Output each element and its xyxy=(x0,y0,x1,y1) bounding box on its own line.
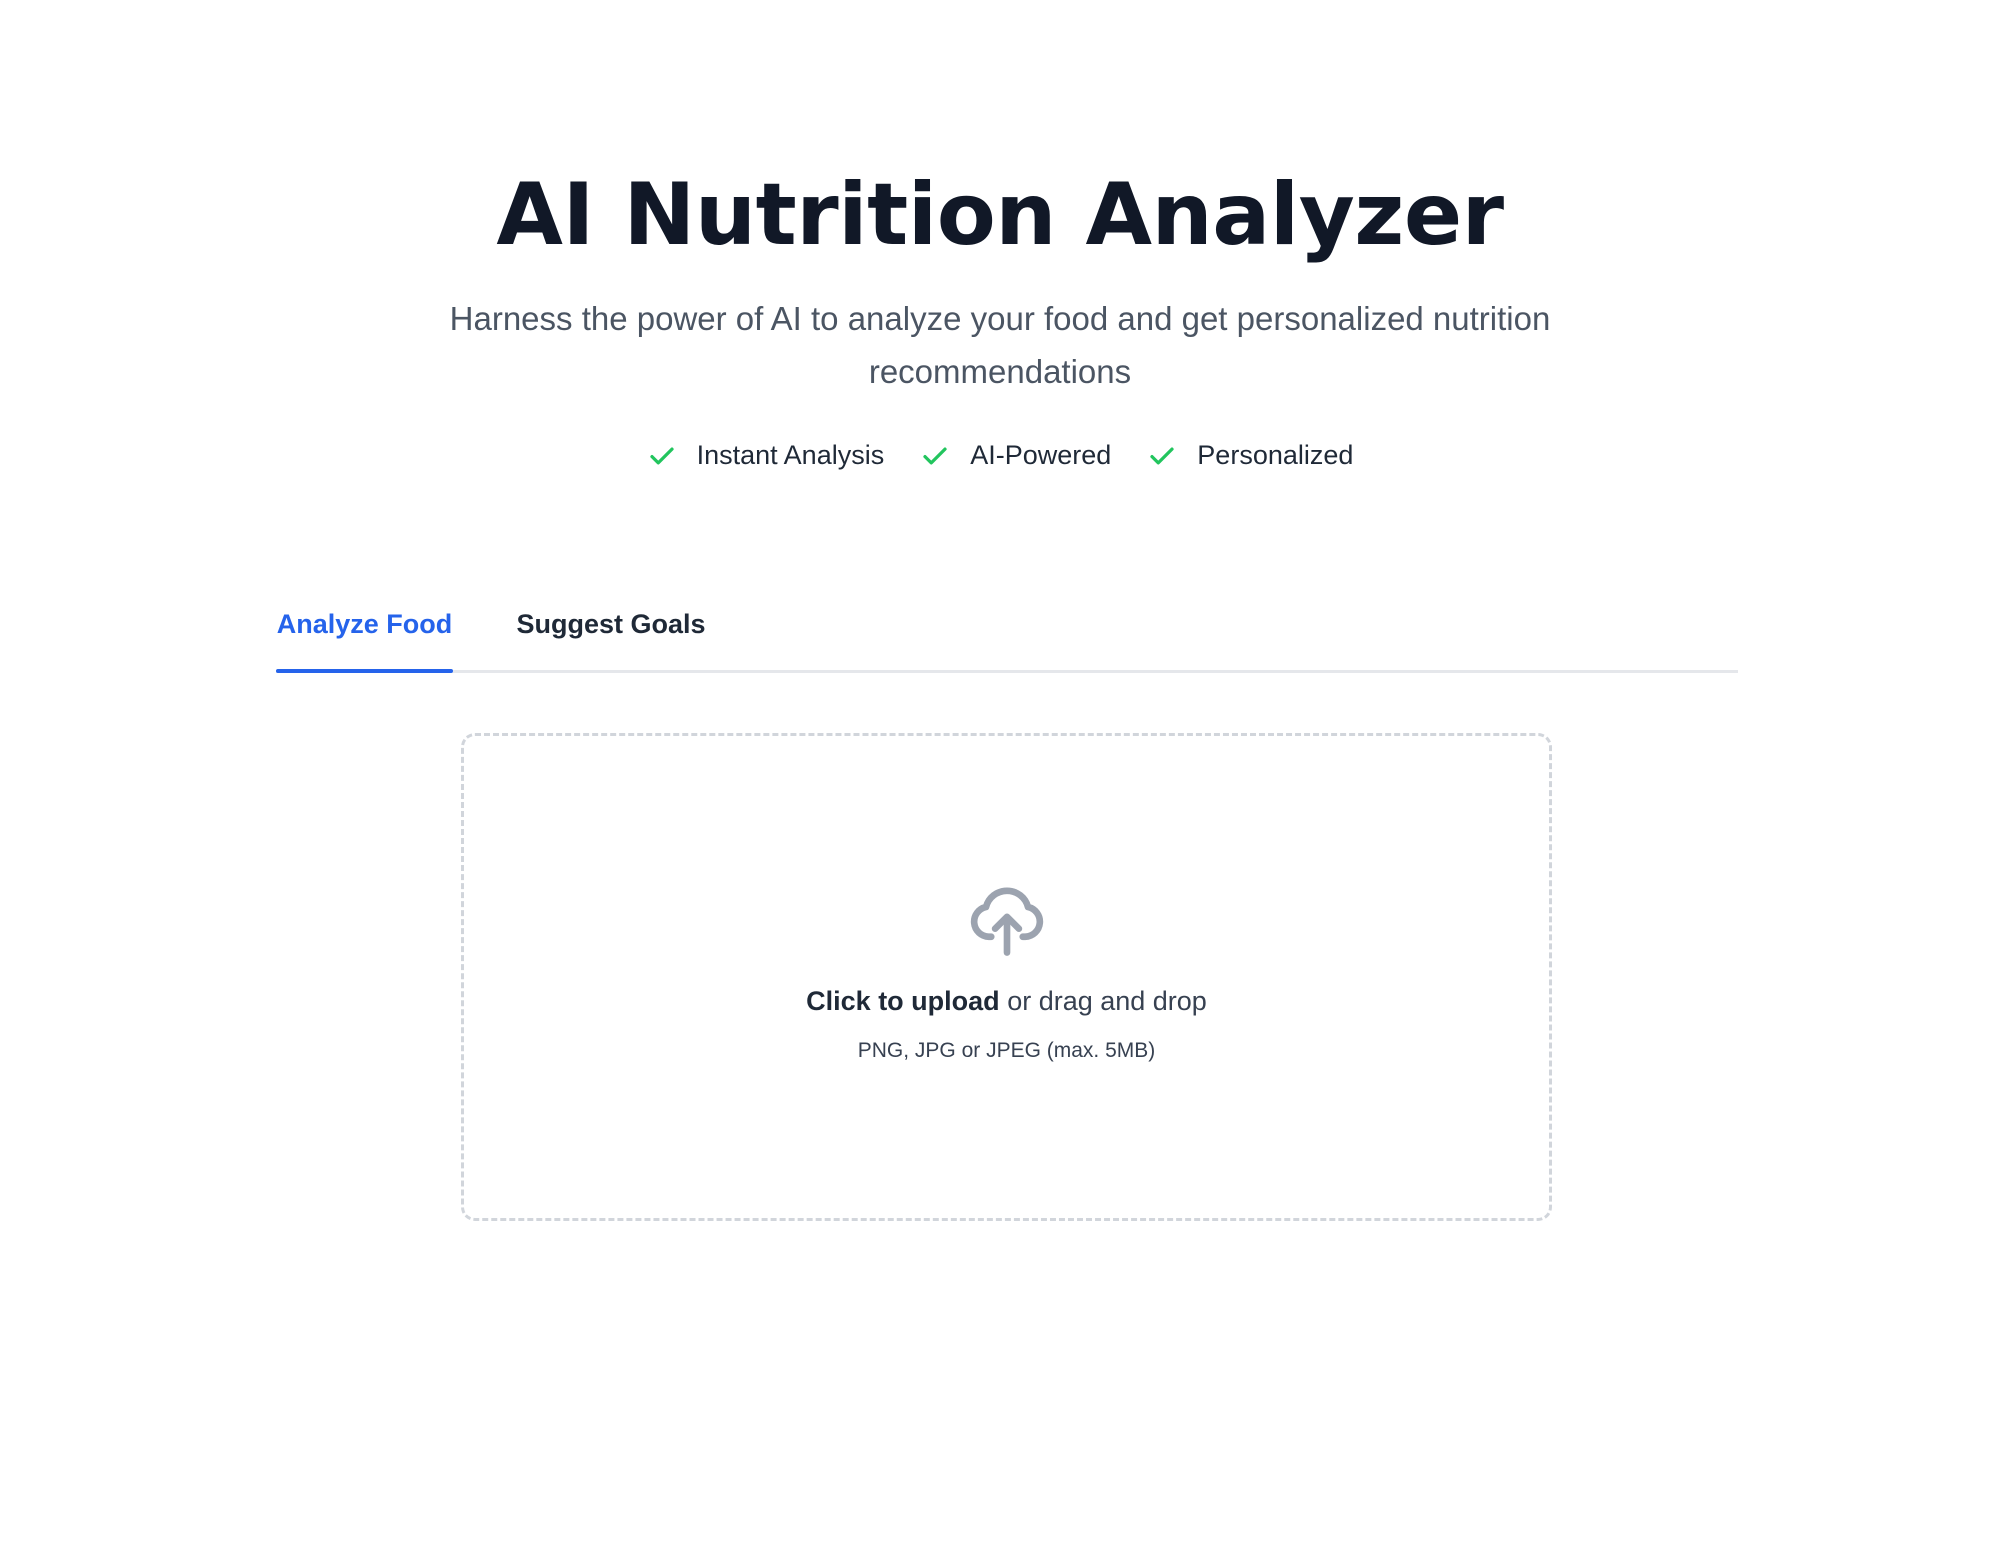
upload-file-hint: PNG, JPG or JPEG (max. 5MB) xyxy=(857,1039,1156,1062)
feature-item-ai-powered: AI-Powered xyxy=(920,440,1111,471)
check-icon xyxy=(923,447,947,464)
hero-section: AI Nutrition Analyzer Harness the power … xyxy=(0,160,2000,471)
page: AI Nutrition Analyzer Harness the power … xyxy=(0,0,2000,1545)
upload-action-label[interactable]: Click to upload xyxy=(806,986,1000,1016)
feature-label: Instant Analysis xyxy=(696,440,885,470)
upload-dropzone[interactable]: Click to upload or drag and drop PNG, JP… xyxy=(461,733,1552,1221)
tab-analyze-food[interactable]: Analyze Food xyxy=(276,578,453,673)
page-subtitle: Harness the power of AI to analyze your … xyxy=(449,300,1551,390)
upload-content: Click to upload or drag and drop PNG, JP… xyxy=(464,878,1549,1063)
cloud-upload-icon xyxy=(970,887,1043,956)
feature-label: AI-Powered xyxy=(970,440,1112,470)
upload-instruction: Click to upload or drag and drop xyxy=(464,986,1549,1017)
feature-label: Personalized xyxy=(1197,440,1354,470)
check-icon xyxy=(649,447,674,464)
upload-secondary-label: or drag and drop xyxy=(1007,986,1207,1016)
feature-list: Instant Analysis AI-Powered Personalized xyxy=(0,440,2000,471)
check-icon xyxy=(1150,447,1174,464)
tab-suggest-goals[interactable]: Suggest Goals xyxy=(516,578,706,670)
feature-item-personalized: Personalized xyxy=(1147,440,1353,471)
feature-item-instant-analysis: Instant Analysis xyxy=(647,440,885,471)
tab-bar: Analyze Food Suggest Goals xyxy=(276,578,1738,673)
page-title: AI Nutrition Analyzer xyxy=(496,165,1504,265)
